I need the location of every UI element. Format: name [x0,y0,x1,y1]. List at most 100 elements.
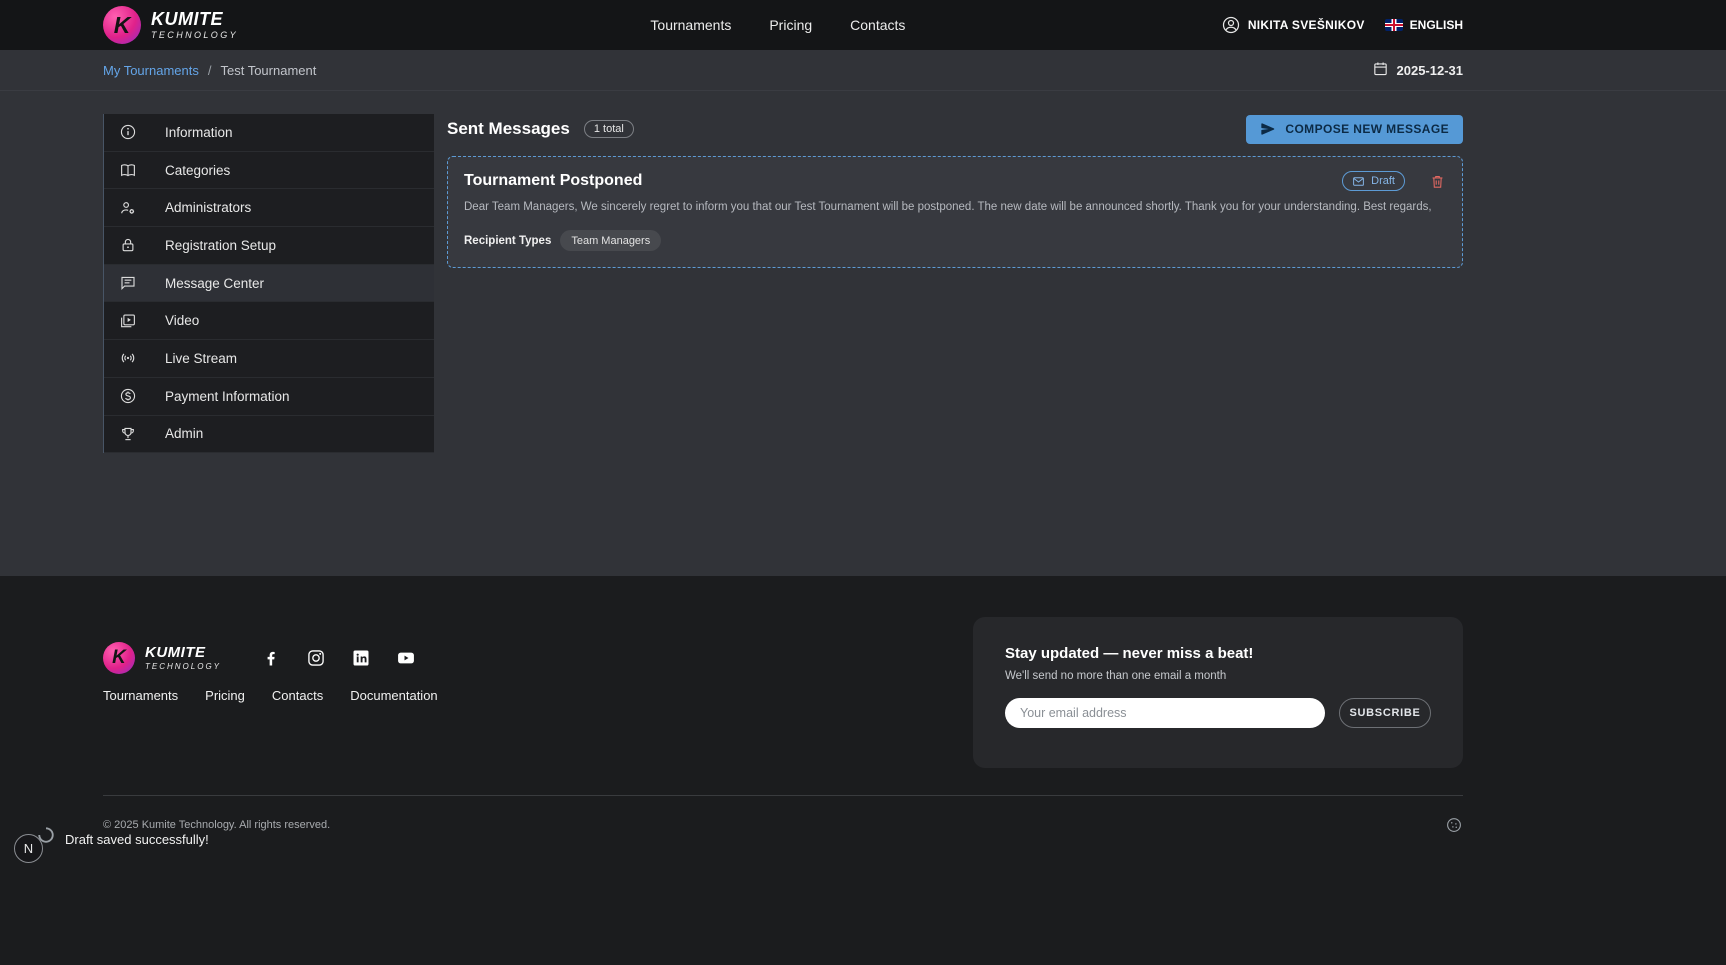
breadcrumb: My Tournaments / Test Tournament [103,63,316,78]
trash-icon [1429,173,1446,190]
send-icon [1260,121,1276,137]
breadcrumb-bar: My Tournaments / Test Tournament 2025-12… [0,50,1726,91]
brand-name: KUMITE [145,645,221,660]
sidebar-label: Video [165,313,199,328]
draft-message-card[interactable]: Tournament Postponed Draft Dear Team Man… [447,156,1463,268]
compose-button-label: COMPOSE NEW MESSAGE [1285,122,1449,136]
recipient-chip: Team Managers [560,230,661,251]
toast-message: Draft saved successfully! [65,832,209,847]
account-circle-icon [1221,15,1241,35]
sidebar-item-registration-setup[interactable]: Registration Setup [104,227,434,265]
footer-link-pricing[interactable]: Pricing [205,688,245,703]
newsletter-card: Stay updated — never miss a beat! We'll … [973,617,1463,768]
kumite-logo-icon: K [103,6,141,44]
user-name: NIKITA SVEŠNIKOV [1248,18,1365,32]
broadcast-icon [119,349,137,367]
nav-tournaments[interactable]: Tournaments [650,17,731,33]
draft-status-badge: Draft [1342,171,1405,191]
brand-tagline: TECHNOLOGY [145,663,221,671]
sidebar-item-admin[interactable]: Admin [104,416,434,454]
top-header: K KUMITE TECHNOLOGY Tournaments Pricing … [0,0,1726,50]
youtube-icon[interactable] [396,648,416,668]
lock-icon [119,236,137,254]
footer-divider [103,795,1463,796]
social-links [261,648,416,668]
chat-icon [119,274,137,292]
user-menu[interactable]: NIKITA SVEŠNIKOV [1221,15,1365,35]
footer: K KUMITE TECHNOLOGY Tournaments Pricing … [0,576,1726,965]
footer-link-documentation[interactable]: Documentation [350,688,437,703]
email-input[interactable] [1005,698,1325,728]
sidebar-item-live-stream[interactable]: Live Stream [104,340,434,378]
sidebar-label: Information [165,125,233,140]
spinner-icon [37,826,55,844]
sidebar-item-administrators[interactable]: Administrators [104,189,434,227]
breadcrumb-my-tournaments[interactable]: My Tournaments [103,63,199,78]
tournament-date: 2025-12-31 [1372,60,1464,80]
book-icon [119,161,137,179]
footer-link-contacts[interactable]: Contacts [272,688,323,703]
sidebar-item-message-center[interactable]: Message Center [104,265,434,303]
tournament-sidebar: Information Categories Administrators Re… [103,114,434,453]
logo-letter: K [114,12,131,39]
newsletter-title: Stay updated — never miss a beat! [1005,645,1431,662]
panel-header: Sent Messages 1 total COMPOSE NEW MESSAG… [447,114,1463,144]
logo-letter: K [112,647,126,669]
mail-icon [1352,175,1365,188]
total-count-badge: 1 total [584,120,634,138]
delete-message-button[interactable] [1429,173,1446,190]
language-selector[interactable]: ENGLISH [1385,18,1463,32]
message-recipients: Recipient Types Team Managers [464,230,1446,251]
sidebar-label: Categories [165,163,230,178]
facebook-icon[interactable] [261,648,281,668]
dollar-icon [119,387,137,405]
sidebar-label: Administrators [165,200,251,215]
toast-draft-saved: N Draft saved successfully! [14,822,209,863]
sidebar-item-categories[interactable]: Categories [104,152,434,190]
draft-badge-label: Draft [1371,175,1395,187]
sidebar-label: Admin [165,426,203,441]
page-title: Sent Messages [447,119,570,139]
nav-contacts[interactable]: Contacts [850,17,905,33]
nav-pricing[interactable]: Pricing [769,17,812,33]
main-nav: Tournaments Pricing Contacts [650,17,905,33]
brand-name: KUMITE [151,10,238,28]
brand-logo[interactable]: K KUMITE TECHNOLOGY [103,6,238,44]
brand-tagline: TECHNOLOGY [151,31,238,40]
trophy-icon [119,425,137,443]
compose-new-message-button[interactable]: COMPOSE NEW MESSAGE [1246,115,1463,144]
footer-brand-row: K KUMITE TECHNOLOGY [103,642,416,674]
footer-link-tournaments[interactable]: Tournaments [103,688,178,703]
linkedin-icon[interactable] [351,648,371,668]
breadcrumb-separator: / [208,63,212,78]
newsletter-subtitle: We'll send no more than one email a mont… [1005,670,1431,682]
sidebar-item-information[interactable]: Information [104,114,434,152]
footer-bottom: © 2025 Kumite Technology. All rights res… [103,816,1463,834]
fab-letter: N [24,841,33,856]
message-body: Dear Team Managers, We sincerely regret … [464,201,1446,213]
message-header: Tournament Postponed Draft [464,171,1446,191]
subscribe-button[interactable]: SUBSCRIBE [1339,698,1431,728]
manage-accounts-icon [119,199,137,217]
footer-logo[interactable]: K KUMITE TECHNOLOGY [103,642,221,674]
info-icon [119,123,137,141]
footer-links: Tournaments Pricing Contacts Documentati… [103,688,438,703]
kumite-logo-icon: K [103,642,135,674]
recipient-types-label: Recipient Types [464,235,551,247]
date-value: 2025-12-31 [1397,63,1464,78]
instagram-icon[interactable] [306,648,326,668]
calendar-icon [1372,60,1389,80]
video-library-icon [119,312,137,330]
message-controls: Draft [1342,171,1446,191]
header-right: NIKITA SVEŠNIKOV ENGLISH [1221,15,1463,35]
sidebar-item-video[interactable]: Video [104,302,434,340]
brand-text: KUMITE TECHNOLOGY [151,10,238,40]
sidebar-item-payment-information[interactable]: Payment Information [104,378,434,416]
sidebar-label: Live Stream [165,351,237,366]
sidebar-label: Registration Setup [165,238,276,253]
sidebar-label: Message Center [165,276,264,291]
page-main: Information Categories Administrators Re… [0,91,1726,576]
cookie-settings-button[interactable] [1445,816,1463,834]
breadcrumb-current: Test Tournament [220,63,316,78]
footer-brand-text: KUMITE TECHNOLOGY [145,645,221,671]
